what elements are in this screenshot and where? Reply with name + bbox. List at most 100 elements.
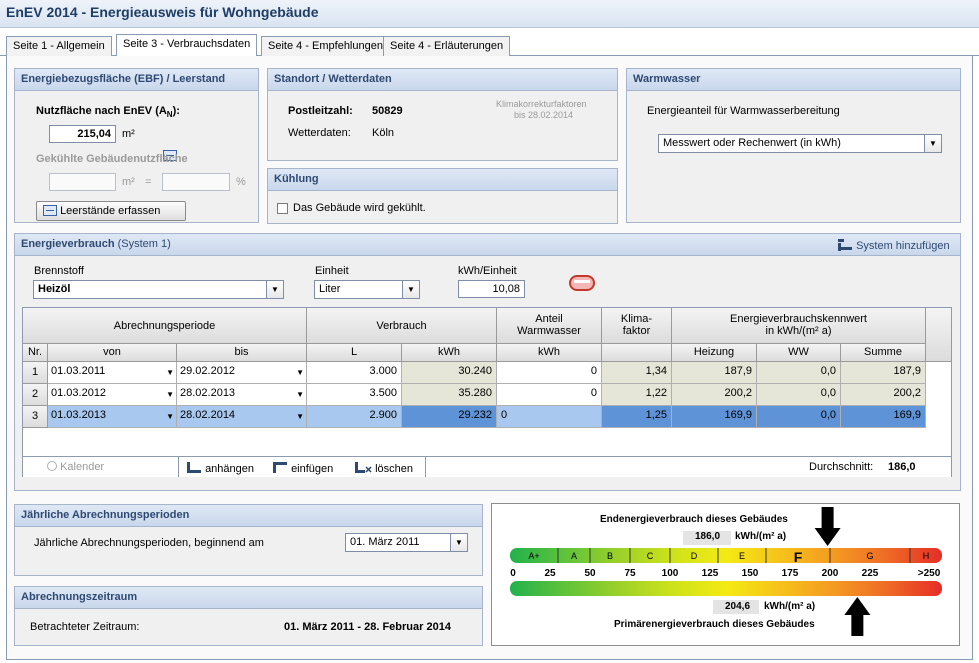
zeitraum-header: Abrechnungszeitraum	[15, 587, 482, 609]
class-label: D	[691, 551, 698, 561]
chevron-down-icon: ▼	[402, 281, 419, 298]
cell-kwh: 29.232	[402, 406, 497, 428]
class-label: A	[571, 551, 577, 561]
wetter-label: Wetterdaten:	[288, 127, 351, 139]
header-ww: WW	[757, 344, 841, 362]
header-liter: L	[307, 344, 402, 362]
cell-von[interactable]: 01.03.2011 ▼	[48, 362, 177, 384]
primaerenergie-unit: kWh/(m² a)	[764, 601, 816, 612]
oil-tank-icon	[569, 275, 595, 291]
pct-unit: %	[236, 176, 246, 188]
cell-bis[interactable]: 28.02.2013 ▼	[177, 384, 307, 406]
wetter-value: Köln	[372, 127, 395, 139]
primaerenergie-value: 204,6	[725, 601, 751, 612]
energy-scale: Endenergieverbrauch dieses Gebäudes 186,…	[491, 503, 960, 646]
kuehlung-panel: Kühlung Das Gebäude wird gekühlt.	[267, 168, 618, 224]
row-nr: 3	[23, 406, 48, 428]
chevron-down-icon: ▼	[266, 281, 283, 298]
cell-liter[interactable]: 3.000	[307, 362, 402, 384]
tick-label: 125	[702, 568, 719, 579]
equals-sign: =	[145, 176, 152, 188]
tab-seite-4-empfehlungen[interactable]: Seite 4 - Empfehlungen	[261, 36, 390, 56]
cell-ww-kwh[interactable]: 0	[497, 384, 602, 406]
cell-bis[interactable]: 29.02.2012 ▼	[177, 362, 307, 384]
toolbar-divider	[425, 457, 426, 477]
tick-label: 25	[544, 568, 556, 579]
cell-von[interactable]: 01.03.2013 ▼	[48, 406, 177, 428]
kuehlung-header: Kühlung	[268, 169, 617, 191]
cell-von[interactable]: 01.03.2012 ▼	[48, 384, 177, 406]
grid-toolbar: Kalender anhängen einfügen löschen Durch…	[23, 456, 951, 477]
brennstoff-select[interactable]: Heizöl ▼	[33, 280, 284, 299]
row-nr: 2	[23, 384, 48, 406]
gekuehlt-m2-input[interactable]	[49, 173, 116, 191]
add-system-button[interactable]: System hinzufügen	[837, 238, 950, 252]
chevron-down-icon: ▼	[924, 135, 941, 152]
endenergie-arrow	[814, 507, 841, 546]
zeitraum-value: 01. März 2011 - 28. Februar 2014	[284, 621, 451, 633]
cell-heizung: 200,2	[672, 384, 757, 406]
plz-label: Postleitzahl:	[288, 105, 353, 117]
cell-heizung: 187,9	[672, 362, 757, 384]
gekuehlt-m2-unit: m²	[122, 176, 135, 188]
leerstaende-button[interactable]: Leerstände erfassen	[36, 201, 186, 221]
kwh-einheit-label: kWh/Einheit	[458, 265, 517, 277]
cell-liter[interactable]: 2.900	[307, 406, 402, 428]
loeschen-button[interactable]: löschen	[354, 461, 413, 475]
einheit-select[interactable]: Liter ▼	[314, 280, 420, 299]
warmwasser-panel: Warmwasser Energieanteil für Warmwasserb…	[626, 68, 961, 223]
class-label: B	[607, 551, 613, 561]
header-von: von	[48, 344, 177, 362]
cell-klima: 1,34	[602, 362, 672, 384]
jaehrlich-label: Jährliche Abrechnungsperioden, beginnend…	[34, 537, 264, 549]
tick-label: 0	[510, 568, 516, 579]
ebf-header: Energiebezugsfläche (EBF) / Leerstand	[15, 69, 258, 91]
nutzflaeche-label: Nutzfläche nach EnEV (AN):	[36, 105, 180, 120]
standort-header: Standort / Wetterdaten	[268, 69, 617, 91]
primaerenergie-arrow	[844, 597, 871, 636]
cell-summe: 187,9	[841, 362, 926, 384]
tick-label: 200	[822, 568, 839, 579]
nutzflaeche-unit: m²	[122, 128, 135, 140]
tab-seite-4-erlaeuterungen[interactable]: Seite 4 - Erläuterungen	[383, 36, 511, 56]
cell-ww-kwh[interactable]: 0	[497, 406, 602, 428]
einfuegen-button[interactable]: einfügen	[272, 461, 333, 475]
einheit-label: Einheit	[315, 265, 349, 277]
scale-bar-bottom	[510, 581, 942, 596]
standort-panel: Standort / Wetterdaten Postleitzahl: 508…	[267, 68, 618, 161]
cell-ww-kwh[interactable]: 0	[497, 362, 602, 384]
class-label: F	[794, 549, 803, 565]
cell-bis[interactable]: 28.02.2014 ▼	[177, 406, 307, 428]
header-summe: Summe	[841, 344, 926, 362]
cell-liter[interactable]: 3.500	[307, 384, 402, 406]
class-label: H	[923, 551, 930, 561]
tab-seite-1[interactable]: Seite 1 - Allgemein	[6, 36, 112, 56]
kalender-option[interactable]: Kalender	[47, 461, 104, 473]
warmwasser-select[interactable]: Messwert oder Rechenwert (in kWh) ▼	[658, 134, 942, 153]
anhaengen-button[interactable]: anhängen	[186, 461, 254, 475]
tab-seite-3[interactable]: Seite 3 - Verbrauchsdaten	[116, 34, 258, 57]
cell-ww: 0,0	[757, 384, 841, 406]
cell-summe: 169,9	[841, 406, 926, 428]
kuehlung-checkbox-label[interactable]: Das Gebäude wird gekühlt.	[293, 202, 426, 214]
cell-summe: 200,2	[841, 384, 926, 406]
header-kennwert: Energieverbrauchskennwert in kWh/(m² a)	[672, 308, 926, 344]
nutzflaeche-input[interactable]: 215,04	[49, 125, 116, 143]
header-klimafaktor: Klima- faktor	[602, 308, 672, 344]
insert-row-icon	[273, 462, 287, 473]
class-label: E	[739, 551, 745, 561]
app-title: EnEV 2014 - Energieausweis für Wohngebäu…	[6, 4, 319, 20]
kuehlung-checkbox[interactable]	[277, 203, 288, 214]
durchschnitt-label: Durchschnitt:	[809, 461, 874, 473]
header-klima-blank	[602, 344, 672, 362]
tick-label: 50	[584, 568, 596, 579]
jaehrlich-panel: Jährliche Abrechnungsperioden Jährliche …	[14, 504, 483, 576]
header-ww-kwh: kWh	[497, 344, 602, 362]
jaehrlich-select[interactable]: 01. März 2011 ▼	[345, 533, 468, 552]
gekuehlt-pct-input[interactable]	[162, 173, 230, 191]
header-verbrauch: Verbrauch	[307, 308, 497, 344]
cell-kwh: 35.280	[402, 384, 497, 406]
klima-line-1: Klimakorrekturfaktoren	[496, 99, 587, 109]
header-nr: Nr.	[23, 344, 48, 362]
kwh-einheit-input[interactable]: 10,08	[458, 280, 525, 298]
